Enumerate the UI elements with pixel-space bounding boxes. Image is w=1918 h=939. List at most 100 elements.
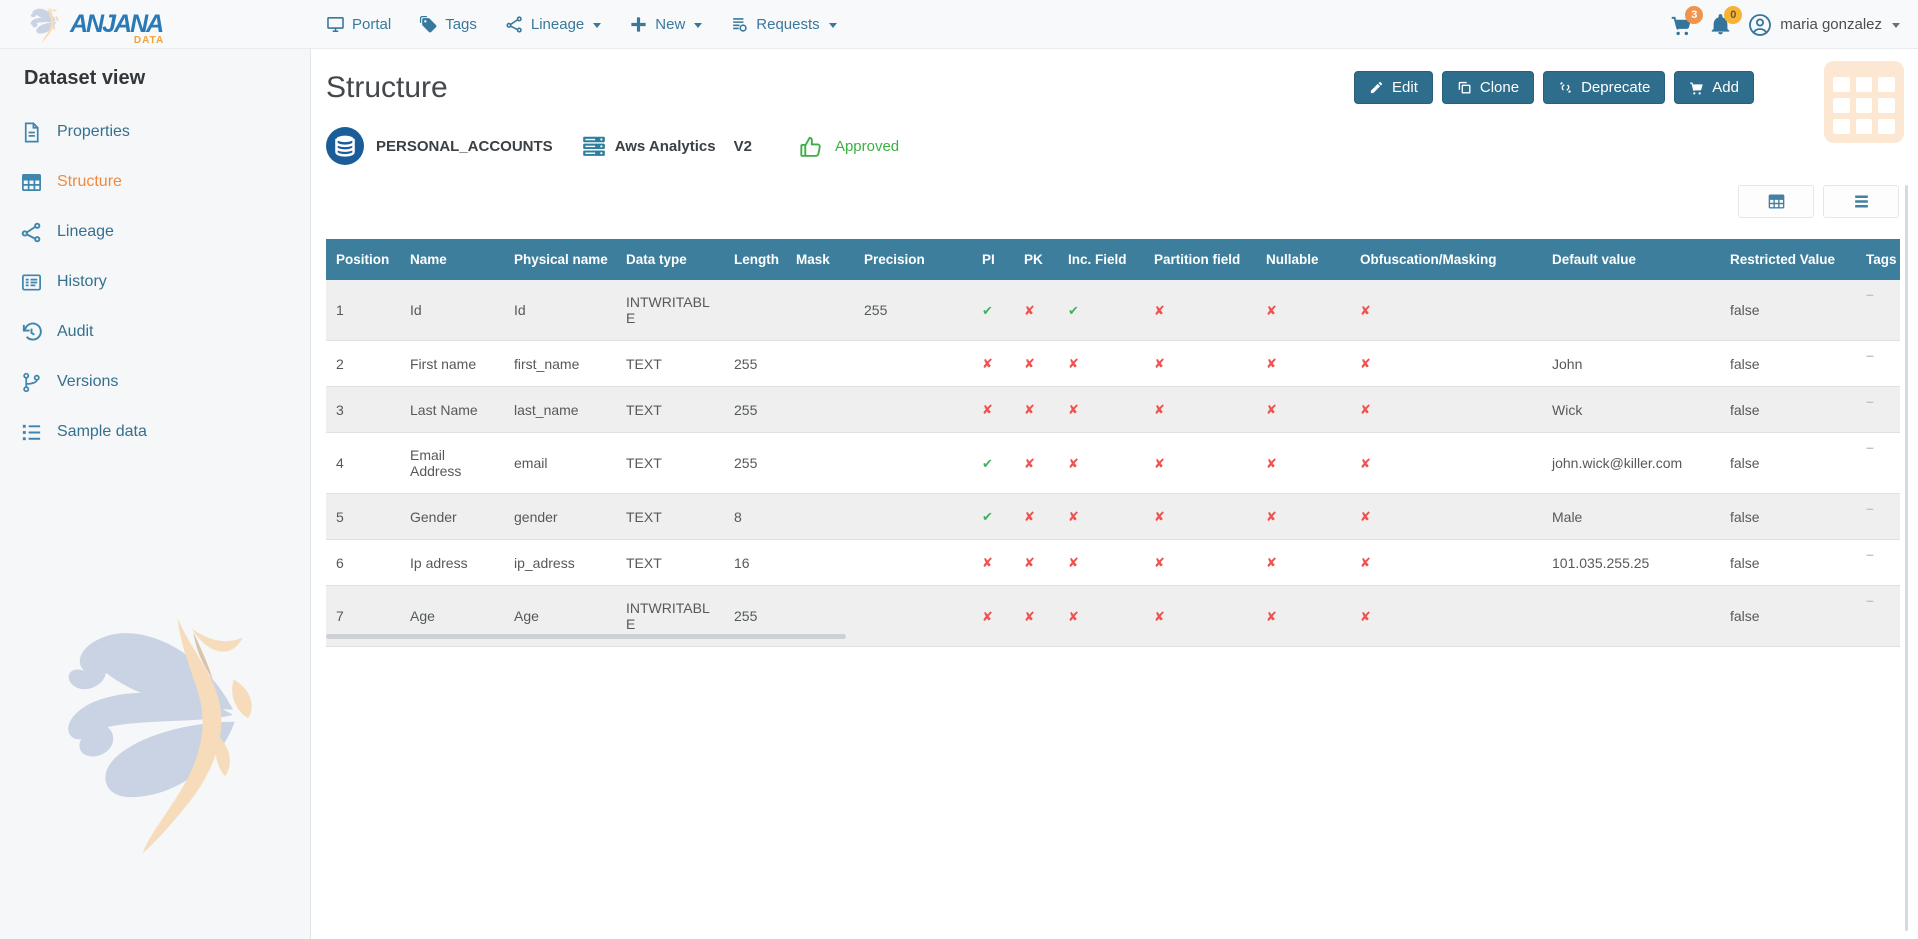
check-icon: ✔ (982, 303, 993, 318)
list-view-button[interactable] (1823, 185, 1899, 218)
cell-pk: ✘ (1014, 540, 1058, 586)
cell-name: Last Name (400, 387, 504, 433)
cell-obfuscation-masking: ✘ (1350, 341, 1542, 387)
table-view-icon (1767, 192, 1786, 211)
sidebar-item-label: Sample data (57, 423, 147, 441)
cell-restricted-value: false (1720, 341, 1856, 387)
user-name: maria gonzalez (1780, 16, 1882, 33)
clone-button[interactable]: Clone (1442, 71, 1534, 104)
nav-item-portal[interactable]: Portal (326, 15, 391, 34)
cell-name: Id (400, 280, 504, 341)
cart-badge: 3 (1685, 6, 1703, 24)
nav-item-tags[interactable]: Tags (419, 15, 477, 34)
chevron-down-icon (829, 23, 837, 28)
cell-pi: ✘ (972, 586, 1014, 647)
sidebar: Dataset view Properties Structure Lineag… (0, 49, 311, 939)
notifications-badge: 0 (1724, 6, 1742, 24)
versions-icon (20, 371, 43, 394)
cross-icon: ✘ (982, 609, 993, 624)
cross-icon: ✘ (1068, 609, 1079, 624)
column-header-pk: PK (1014, 239, 1058, 280)
cart-icon (1689, 80, 1704, 95)
pencil-icon (1369, 80, 1384, 95)
column-header-partition-field: Partition field (1144, 239, 1256, 280)
sidebar-item-sample-data[interactable]: Sample data (0, 407, 310, 457)
lineage-icon (505, 15, 524, 34)
cell-precision (854, 540, 972, 586)
cell-default-value (1542, 280, 1720, 341)
cell-pi: ✔ (972, 494, 1014, 540)
cell-position: 1 (326, 280, 400, 341)
tags-icon (419, 15, 438, 34)
sidebar-item-structure[interactable]: Structure (0, 157, 310, 207)
table-row[interactable]: 3Last Namelast_nameTEXT255✘✘✘✘✘✘Wickfals… (326, 387, 1900, 433)
cell-default-value: Wick (1542, 387, 1720, 433)
cell-name: Gender (400, 494, 504, 540)
horizontal-scrollbar[interactable] (326, 634, 846, 639)
edit-button[interactable]: Edit (1354, 71, 1433, 104)
table-row[interactable]: 2First namefirst_nameTEXT255✘✘✘✘✘✘Johnfa… (326, 341, 1900, 387)
notifications-button[interactable]: 0 (1709, 13, 1732, 36)
sidebar-item-properties[interactable]: Properties (0, 107, 310, 157)
cross-icon: ✘ (1154, 356, 1165, 371)
table-row[interactable]: 4Email AddressemailTEXT255✔✘✘✘✘✘john.wic… (326, 433, 1900, 494)
brand-logo[interactable]: ANJANA DATA (26, 4, 162, 44)
user-menu[interactable]: maria gonzalez (1748, 13, 1900, 37)
cell-tags: – (1856, 387, 1900, 433)
vertical-scrollbar[interactable] (1905, 185, 1908, 931)
dataset-icon (326, 127, 364, 165)
cross-icon: ✘ (1068, 509, 1079, 524)
cell-default-value: 101.035.255.25 (1542, 540, 1720, 586)
nav-item-new[interactable]: New (629, 15, 702, 34)
sidebar-item-lineage[interactable]: Lineage (0, 207, 310, 257)
cell-obfuscation-masking: ✘ (1350, 586, 1542, 647)
cross-icon: ✘ (982, 555, 993, 570)
sidebar-item-audit[interactable]: Audit (0, 307, 310, 357)
table-view-button[interactable] (1738, 185, 1814, 218)
column-header-name: Name (400, 239, 504, 280)
cell-name: Email Address (400, 433, 504, 494)
cell-position: 6 (326, 540, 400, 586)
clone-icon (1457, 80, 1472, 95)
deprecate-button[interactable]: Deprecate (1543, 71, 1665, 104)
cell-physical-name: gender (504, 494, 616, 540)
sidebar-item-versions[interactable]: Versions (0, 357, 310, 407)
cell-nullable: ✘ (1256, 540, 1350, 586)
chevron-down-icon (694, 23, 702, 28)
fairy-watermark (62, 595, 290, 873)
thumbs-up-icon (798, 134, 823, 159)
entity-name: PERSONAL_ACCOUNTS (376, 138, 553, 155)
main-menu: Portal Tags Lineage New Requests (326, 0, 837, 49)
list-view-icon (1852, 192, 1871, 211)
cell-inc-field: ✘ (1058, 387, 1144, 433)
nav-label: New (655, 16, 685, 33)
nav-item-requests[interactable]: Requests (730, 15, 836, 34)
table-row[interactable]: 1IdIdINTWRITABLE255✔✘✔✘✘✘false– (326, 280, 1900, 341)
cross-icon: ✘ (1068, 402, 1079, 417)
brand-sub: DATA (134, 36, 164, 46)
cart-button[interactable]: 3 (1670, 13, 1693, 36)
table-row[interactable]: 6Ip adressip_adressTEXT16✘✘✘✘✘✘101.035.2… (326, 540, 1900, 586)
nav-item-lineage[interactable]: Lineage (505, 15, 601, 34)
cross-icon: ✘ (1154, 402, 1165, 417)
cross-icon: ✘ (1360, 402, 1371, 417)
cell-partition-field: ✘ (1144, 341, 1256, 387)
cross-icon: ✘ (1024, 555, 1035, 570)
add-button[interactable]: Add (1674, 71, 1754, 104)
cell-mask (786, 341, 854, 387)
cell-position: 4 (326, 433, 400, 494)
cross-icon: ✘ (1068, 456, 1079, 471)
cell-precision: 255 (854, 280, 972, 341)
cross-icon: ✘ (1024, 456, 1035, 471)
cell-default-value (1542, 586, 1720, 647)
cross-icon: ✘ (1266, 356, 1277, 371)
entity-header: PERSONAL_ACCOUNTS Aws Analytics V2 Appro… (326, 127, 899, 165)
audit-icon (20, 321, 43, 344)
table-row[interactable]: 5GendergenderTEXT8✔✘✘✘✘✘Malefalse– (326, 494, 1900, 540)
cross-icon: ✘ (1154, 509, 1165, 524)
sidebar-item-label: Properties (57, 123, 130, 141)
column-header-restricted-value: Restricted Value (1720, 239, 1856, 280)
sidebar-item-history[interactable]: History (0, 257, 310, 307)
chevron-down-icon (1892, 23, 1900, 28)
cell-position: 5 (326, 494, 400, 540)
